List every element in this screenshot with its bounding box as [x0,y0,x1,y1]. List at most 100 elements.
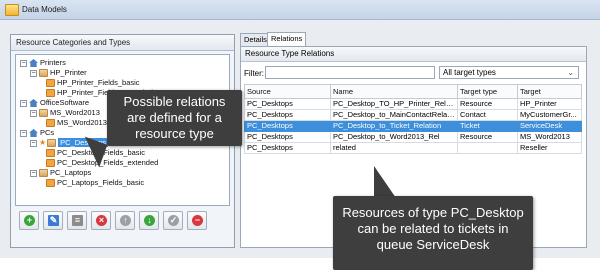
callout-relations-defined: Possible relations are defined for a res… [107,90,242,146]
table-cell: Contact [457,109,518,121]
x-icon: × [96,215,107,226]
tree-node-field[interactable]: PC_Desktop_Fields_extended [46,158,158,168]
home-icon [29,59,38,68]
check-icon: ✓ [168,215,179,226]
move-up-button[interactable]: ↑ [115,211,135,230]
tree-node-category[interactable]: − PCs [20,128,54,138]
plus-icon: + [24,215,35,226]
home-icon [29,129,38,138]
collapse-icon[interactable]: − [30,169,37,177]
tree-node-label: OfficeSoftware [40,98,90,107]
properties-button[interactable]: ≡ [67,211,87,230]
chevron-down-icon: ⌄ [567,68,574,77]
collapse-icon[interactable]: − [20,129,27,137]
tree-node-label: PC_Laptops [50,168,92,177]
table-row[interactable]: PC_Desktops PC_Desktop_to_Ticket_Relation… [244,120,582,132]
tree-node-category[interactable]: − Printers [20,58,66,68]
tree-node-category[interactable]: − OfficeSoftware [20,98,89,108]
tree-node-label: HP_Printer_Fields_basic [57,78,140,87]
list-icon: ≡ [72,215,83,226]
collapse-icon[interactable]: − [30,69,37,77]
edit-icon: ✎ [48,215,59,226]
collapse-icon[interactable]: − [30,109,37,117]
table-cell: PC_Desktop_TO_HP_Printer_Relation [330,98,458,110]
field-set-icon [46,119,55,128]
table-cell: MyCustomerGr... [517,109,582,121]
table-row[interactable]: PC_Desktops PC_Desktop_TO_HP_Printer_Rela… [244,98,582,110]
edit-button[interactable]: ✎ [43,211,63,230]
work-area: Resource Categories and Types − Printers −… [0,20,600,270]
field-set-icon [46,79,55,88]
collapse-icon[interactable]: − [20,59,27,67]
relations-table: Source Name Target type Target PC_Desktops P… [244,84,582,154]
table-row[interactable]: PC_Desktops PC_Desktop_to_Word2013_Rel Res… [244,131,582,143]
folder-icon [5,4,19,16]
tree-node-type[interactable]: − HP_Printer [30,68,87,78]
callout-line: are defined for a [127,110,222,125]
table-cell: PC_Desktop_to_Ticket_Relation [330,120,458,132]
table-cell: PC_Desktops [244,131,331,143]
collapse-icon[interactable]: − [20,99,27,107]
move-down-button[interactable]: ↓ [139,211,159,230]
home-icon [29,99,38,108]
arrow-down-icon: ↓ [144,215,155,226]
tree-node-label: Printers [40,58,66,67]
field-set-icon [46,159,55,168]
table-cell: PC_Desktops [244,109,331,121]
tree-node-type[interactable]: − MS_Word2013 [30,108,100,118]
panel-header: Resource Categories and Types [11,35,234,51]
callout-line: resource type [135,126,214,141]
tab-relations[interactable]: Relations [267,32,307,47]
apply-button[interactable]: ✓ [163,211,183,230]
table-cell: PC_Desktop_to_Word2013_Rel [330,131,458,143]
delete-button[interactable]: × [91,211,111,230]
table-row[interactable]: PC_Desktops PC_Desktop_to_MainContactRela… [244,109,582,121]
column-header[interactable]: Target type [457,84,518,99]
table-row[interactable]: PC_Desktops related Reseller [244,142,582,154]
tree-node-field[interactable]: PC_Laptops_Fields_basic [46,178,144,188]
callout-ticket-relation: Resources of type PC_Desktop can be rela… [333,196,533,270]
target-type-value: All target types [443,68,496,77]
column-header[interactable]: Target [517,84,582,99]
resource-type-icon [47,139,57,148]
resource-type-icon [39,169,48,178]
table-cell: PC_Desktops [244,98,331,110]
tree-node-label: MS_Word2013 [50,108,100,117]
table-cell: MS_Word2013 [517,131,582,143]
callout-line: queue ServiceDesk [376,237,490,252]
remove-button[interactable]: − [187,211,207,230]
target-type-select[interactable]: All target types ⌄ [439,66,579,79]
table-cell: Resource [457,131,518,143]
table-cell: PC_Desktops [244,120,331,132]
minus-icon: − [192,215,203,226]
callout-line: can be related to tickets in [357,221,509,236]
tree-node-type[interactable]: − PC_Laptops [30,168,91,178]
tree-node-label: PC_Desktop_Fields_extended [57,158,159,167]
filter-input[interactable] [265,66,435,79]
star-icon: ★ [39,138,47,147]
resource-type-icon [39,69,48,78]
filter-label: Filter: [244,69,264,78]
field-set-icon [46,149,55,158]
tree-node-label: PC_Laptops_Fields_basic [57,178,145,187]
tree-node-label: PCs [40,128,55,137]
callout-line: Possible relations [123,94,226,109]
field-set-icon [46,179,55,188]
column-header[interactable]: Name [330,84,458,99]
table-cell: Reseller [517,142,582,154]
tree-node-field[interactable]: HP_Printer_Fields_basic [46,78,140,88]
arrow-up-icon: ↑ [120,215,131,226]
window-title: Data Models [22,5,67,14]
add-button[interactable]: + [19,211,39,230]
table-cell: PC_Desktop_to_MainContactRelation [330,109,458,121]
table-cell: Resource [457,98,518,110]
field-set-icon [46,89,55,98]
tree-node-label: HP_Printer [50,68,87,77]
callout-pointer-right [374,166,396,198]
resource-type-icon [39,109,48,118]
column-header[interactable]: Source [244,84,331,99]
table-cell: related [330,142,458,154]
table-cell [457,142,518,154]
collapse-icon[interactable]: − [30,139,37,147]
relations-header: Resource Type Relations [241,47,586,62]
